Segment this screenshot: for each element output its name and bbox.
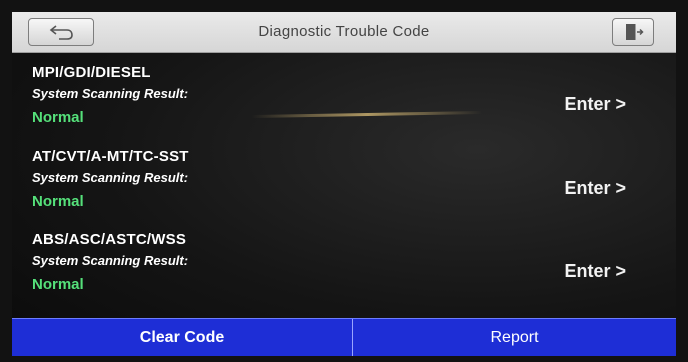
enter-button[interactable]: Enter > bbox=[564, 94, 626, 115]
system-row-at: AT/CVT/A-MT/TC-SST System Scanning Resul… bbox=[12, 148, 676, 228]
report-button[interactable]: Report bbox=[353, 319, 676, 356]
device-bezel: Diagnostic Trouble Code MPI/GDI/DIESEL S… bbox=[0, 0, 688, 362]
exit-button[interactable] bbox=[612, 18, 654, 46]
scan-result-label: System Scanning Result: bbox=[32, 170, 189, 185]
system-name: MPI/GDI/DIESEL bbox=[32, 64, 151, 81]
footer-bar: Clear Code Report bbox=[12, 318, 676, 356]
page-title: Diagnostic Trouble Code bbox=[258, 23, 430, 40]
status-normal: Normal bbox=[32, 276, 84, 293]
system-name: AT/CVT/A-MT/TC-SST bbox=[32, 148, 189, 165]
status-normal: Normal bbox=[32, 193, 84, 210]
exit-door-icon bbox=[626, 24, 644, 40]
system-name: ABS/ASC/ASTC/WSS bbox=[32, 231, 187, 248]
system-row-abs: ABS/ASC/ASTC/WSS System Scanning Result:… bbox=[12, 231, 676, 311]
scan-result-label: System Scanning Result: bbox=[32, 253, 189, 268]
enter-button[interactable]: Enter > bbox=[564, 261, 626, 282]
device-screen: Diagnostic Trouble Code MPI/GDI/DIESEL S… bbox=[12, 12, 676, 356]
header-bar: Diagnostic Trouble Code bbox=[12, 12, 676, 53]
system-row-mpi: MPI/GDI/DIESEL System Scanning Result: N… bbox=[12, 64, 676, 144]
status-normal: Normal bbox=[32, 109, 84, 126]
clear-code-button[interactable]: Clear Code bbox=[12, 319, 352, 356]
enter-button[interactable]: Enter > bbox=[564, 178, 626, 199]
scan-result-label: System Scanning Result: bbox=[32, 86, 189, 101]
